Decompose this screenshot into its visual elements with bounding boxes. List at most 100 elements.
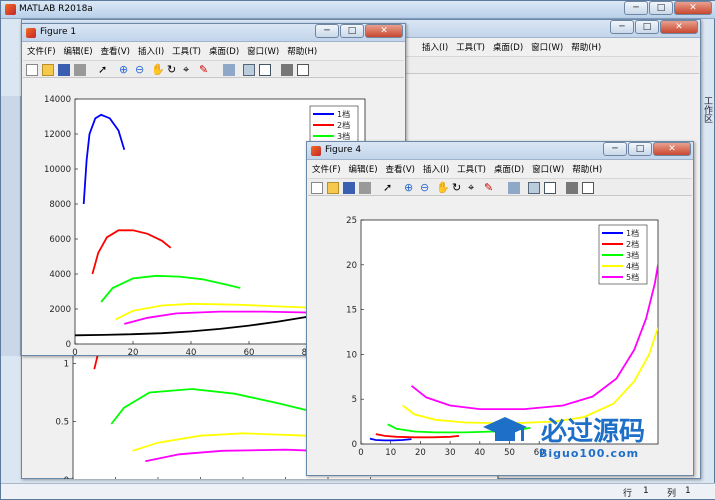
close-button[interactable]: ✕ bbox=[674, 1, 712, 15]
figure-4-menubar: 文件(F) 编辑(E) 查看(V) 插入(I) 工具(T) 桌面(D) 窗口(W… bbox=[308, 161, 692, 177]
figure-icon bbox=[311, 146, 321, 156]
fig1-menu-view[interactable]: 查看(V) bbox=[97, 43, 134, 59]
rotate-icon[interactable]: ↻ bbox=[167, 64, 179, 76]
save-icon[interactable] bbox=[343, 182, 355, 194]
x-tick-label: 60 bbox=[244, 348, 255, 356]
show-plot-tools-icon[interactable] bbox=[297, 64, 309, 76]
x-tick-label: 0 bbox=[72, 348, 77, 356]
y-tick-label: 12000 bbox=[44, 130, 71, 140]
fig4-menu-view[interactable]: 查看(V) bbox=[382, 161, 419, 177]
fig4-menu-window[interactable]: 窗口(W) bbox=[528, 161, 568, 177]
y-tick-label: 14000 bbox=[44, 95, 71, 105]
fig4-menu-edit[interactable]: 编辑(E) bbox=[345, 161, 382, 177]
y-tick-label: 0 bbox=[66, 340, 71, 350]
link-plot-icon[interactable] bbox=[223, 64, 235, 76]
legend-label: 1档 bbox=[337, 109, 350, 119]
status-bar: 行 1 列 1 bbox=[1, 483, 715, 499]
legend-icon[interactable] bbox=[544, 182, 556, 194]
status-row-value: 1 bbox=[643, 486, 649, 496]
fig4-maximize-button[interactable]: □ bbox=[628, 142, 652, 156]
figure-1-title-bar: Figure 1 ─ □ ✕ bbox=[22, 24, 405, 42]
fig4-close-button[interactable]: ✕ bbox=[653, 142, 691, 156]
fig4-minimize-button[interactable]: ─ bbox=[603, 142, 627, 156]
fig4-menu-insert[interactable]: 插入(I) bbox=[419, 161, 453, 177]
print-icon[interactable] bbox=[359, 182, 371, 194]
zoom-out-icon[interactable]: ⊖ bbox=[135, 64, 147, 76]
brush-icon[interactable]: ✎ bbox=[484, 182, 496, 194]
fig4-menu-file[interactable]: 文件(F) bbox=[308, 161, 345, 177]
matlab-logo-icon bbox=[5, 4, 16, 15]
save-icon[interactable] bbox=[58, 64, 70, 76]
zoom-in-icon[interactable]: ⊕ bbox=[119, 64, 131, 76]
figbg-menu-insert[interactable]: 插入(I) bbox=[418, 39, 452, 55]
link-plot-icon[interactable] bbox=[508, 182, 520, 194]
watermark-text: 必过源码 bbox=[541, 417, 646, 447]
legend: 1档2档3档4档5档 bbox=[598, 224, 648, 285]
y-tick-label: 20 bbox=[346, 261, 357, 271]
maximize-button[interactable]: □ bbox=[649, 1, 673, 15]
y-tick-label: 0 bbox=[64, 476, 69, 479]
x-tick-label: 0 bbox=[358, 448, 363, 458]
x-tick-label: 20 bbox=[415, 448, 426, 458]
pan-icon[interactable]: ✋ bbox=[436, 182, 450, 194]
fig1-menu-help[interactable]: 帮助(H) bbox=[283, 43, 321, 59]
watermark: 必过源码 Biguo100.com bbox=[481, 409, 691, 465]
show-plot-tools-icon[interactable] bbox=[582, 182, 594, 194]
open-file-icon[interactable] bbox=[42, 64, 54, 76]
brush-icon[interactable]: ✎ bbox=[199, 64, 211, 76]
fig1-menu-tools[interactable]: 工具(T) bbox=[168, 43, 205, 59]
watermark-url: Biguo100.com bbox=[539, 447, 640, 460]
left-panel bbox=[1, 96, 21, 356]
new-figure-icon[interactable] bbox=[26, 64, 38, 76]
pan-icon[interactable]: ✋ bbox=[151, 64, 165, 76]
figbg-maximize-button[interactable]: □ bbox=[635, 20, 659, 34]
pointer-icon[interactable]: ➚ bbox=[98, 64, 110, 76]
legend-icon[interactable] bbox=[259, 64, 271, 76]
fig4-menu-help[interactable]: 帮助(H) bbox=[568, 161, 606, 177]
figure-4-toolbar: ➚ ⊕ ⊖ ✋ ↻ ⌖ ✎ bbox=[308, 178, 692, 196]
graduation-cap-icon bbox=[483, 415, 527, 445]
status-col-label: 列 bbox=[667, 489, 677, 499]
fig1-menu-edit[interactable]: 编辑(E) bbox=[60, 43, 97, 59]
y-tick-label: 5 bbox=[352, 395, 357, 405]
hide-plot-tools-icon[interactable] bbox=[281, 64, 293, 76]
figbg-menu-help[interactable]: 帮助(H) bbox=[567, 39, 605, 55]
y-tick-label: 6000 bbox=[49, 235, 71, 245]
pointer-icon[interactable]: ➚ bbox=[383, 182, 395, 194]
new-figure-icon[interactable] bbox=[311, 182, 323, 194]
zoom-in-icon[interactable]: ⊕ bbox=[404, 182, 416, 194]
figbg-minimize-button[interactable]: ─ bbox=[610, 20, 634, 34]
figure-1-title: Figure 1 bbox=[40, 27, 77, 37]
fig1-menu-window[interactable]: 窗口(W) bbox=[243, 43, 283, 59]
x-tick-label: 40 bbox=[186, 348, 197, 356]
y-tick-label: 1 bbox=[64, 359, 69, 369]
workspace-tab[interactable]: 工作区 bbox=[700, 96, 714, 156]
fig4-menu-tools[interactable]: 工具(T) bbox=[453, 161, 490, 177]
colorbar-icon[interactable] bbox=[243, 64, 255, 76]
fig1-menu-file[interactable]: 文件(F) bbox=[23, 43, 60, 59]
figbg-menu-desktop[interactable]: 桌面(D) bbox=[489, 39, 527, 55]
figure-icon bbox=[26, 28, 36, 38]
data-cursor-icon[interactable]: ⌖ bbox=[183, 64, 195, 76]
legend-label: 3档 bbox=[337, 131, 350, 141]
open-file-icon[interactable] bbox=[327, 182, 339, 194]
figbg-menu-tools[interactable]: 工具(T) bbox=[452, 39, 489, 55]
rotate-icon[interactable]: ↻ bbox=[452, 182, 464, 194]
minimize-button[interactable]: ─ bbox=[624, 1, 648, 15]
x-tick-label: 10 bbox=[385, 448, 396, 458]
fig4-menu-desktop[interactable]: 桌面(D) bbox=[490, 161, 528, 177]
fig1-minimize-button[interactable]: ─ bbox=[315, 24, 339, 38]
fig1-menu-desktop[interactable]: 桌面(D) bbox=[205, 43, 243, 59]
fig1-close-button[interactable]: ✕ bbox=[365, 24, 403, 38]
y-tick-label: 2000 bbox=[49, 305, 71, 315]
fig1-menu-insert[interactable]: 插入(I) bbox=[134, 43, 168, 59]
hide-plot-tools-icon[interactable] bbox=[566, 182, 578, 194]
colorbar-icon[interactable] bbox=[528, 182, 540, 194]
fig1-maximize-button[interactable]: □ bbox=[340, 24, 364, 38]
figbg-close-button[interactable]: ✕ bbox=[660, 20, 698, 34]
data-cursor-icon[interactable]: ⌖ bbox=[468, 182, 480, 194]
print-icon[interactable] bbox=[74, 64, 86, 76]
zoom-out-icon[interactable]: ⊖ bbox=[420, 182, 432, 194]
legend-label: 5档 bbox=[626, 272, 639, 282]
figbg-menu-window[interactable]: 窗口(W) bbox=[527, 39, 567, 55]
